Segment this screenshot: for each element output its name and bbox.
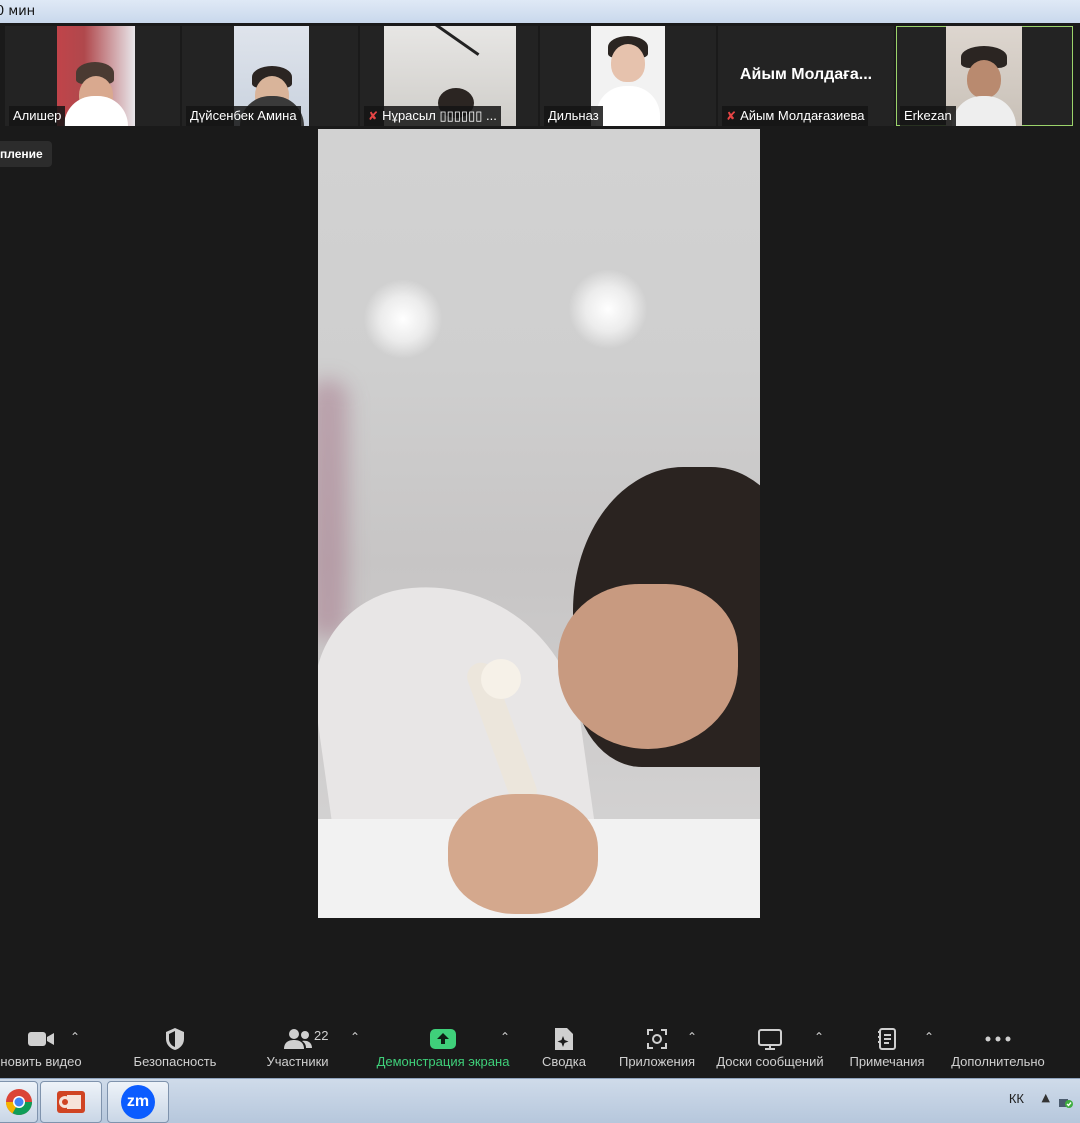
ceiling-light: [568, 269, 648, 349]
participant-video: [946, 26, 1022, 126]
participant-name: Дүйсенбек Амина: [186, 106, 301, 126]
share-caret-icon[interactable]: ⌃: [500, 1030, 510, 1044]
taskbar-chrome[interactable]: [0, 1081, 38, 1123]
network-icon[interactable]: [1058, 1093, 1074, 1109]
summary-button[interactable]: Сводка: [528, 1016, 600, 1078]
participant-strip: Алишер Дүйсенбек Амина ✘ Нұрасыл ▯▯▯▯▯▯ .…: [0, 26, 1080, 126]
video-button[interactable]: новить видео ⌃: [0, 1016, 82, 1078]
participants-caret-icon[interactable]: ⌃: [350, 1030, 360, 1044]
meeting-toolbar: новить видео ⌃ Безопасность 22 Участники…: [0, 1016, 1080, 1078]
apps-caret-icon[interactable]: ⌃: [687, 1030, 697, 1044]
chrome-icon: [5, 1089, 33, 1116]
mic-muted-icon: ✘: [368, 109, 379, 123]
video-camera-icon: [28, 1032, 54, 1046]
participant-video: [57, 26, 135, 126]
person-hand: [448, 794, 598, 914]
ceiling-light: [363, 279, 443, 359]
shield-icon: [166, 1028, 184, 1050]
participant-name: ✘ Айым Молдағазиева: [722, 106, 869, 126]
participant-display-name: Айым Молдаға...: [739, 66, 873, 83]
share-screen-button[interactable]: Демонстрация экрана ⌃: [370, 1016, 516, 1078]
participant-name: Дильназ: [544, 106, 603, 126]
participant-tile[interactable]: Алишер: [5, 26, 180, 126]
apps-icon: [647, 1029, 667, 1049]
tray-expand-icon[interactable]: ▲: [1042, 1091, 1050, 1104]
participant-tile[interactable]: ✘ Нұрасыл ▯▯▯▯▯▯ ...: [360, 26, 538, 126]
whiteboard-icon: [758, 1029, 782, 1050]
taskbar-zoom[interactable]: zm: [107, 1081, 169, 1123]
whiteboards-button[interactable]: Доски сообщений ⌃: [710, 1016, 830, 1078]
participant-name: Erkezan: [900, 106, 956, 126]
participant-name: ✘ Нұрасыл ▯▯▯▯▯▯ ...: [364, 106, 501, 126]
pen-top: [481, 659, 521, 699]
participant-tile[interactable]: Айым Молдаға... ✘ Айым Молдағазиева: [718, 26, 894, 126]
window-title-bar: 0 мин: [0, 0, 1080, 23]
person-face: [558, 584, 738, 749]
video-caret-icon[interactable]: ⌃: [70, 1030, 80, 1044]
participant-tile[interactable]: Дильназ: [540, 26, 716, 126]
meeting-timer: 0 мин: [0, 4, 36, 19]
apps-button[interactable]: Приложения ⌃: [612, 1016, 702, 1078]
whiteboards-caret-icon[interactable]: ⌃: [814, 1030, 824, 1044]
participants-icon: [283, 1029, 312, 1049]
view-toggle-button[interactable]: пление: [0, 141, 52, 167]
participant-tile-active[interactable]: Erkezan: [896, 26, 1073, 126]
security-button[interactable]: Безопасность: [125, 1016, 225, 1078]
mic-muted-icon: ✘: [726, 109, 737, 123]
participant-tile[interactable]: Дүйсенбек Амина: [182, 26, 358, 126]
more-dots-icon: [985, 1036, 1011, 1042]
windows-taskbar: zm КК ▲: [0, 1078, 1080, 1123]
more-button[interactable]: Дополнительно: [946, 1016, 1050, 1078]
zoom-icon: zm: [121, 1085, 155, 1119]
language-indicator[interactable]: КК: [1009, 1091, 1024, 1106]
share-screen-icon: [430, 1029, 456, 1049]
notes-button[interactable]: Примечания ⌃: [844, 1016, 934, 1078]
participants-button[interactable]: 22 Участники ⌃: [255, 1016, 360, 1078]
powerpoint-icon: [57, 1091, 85, 1113]
participants-count: 22: [314, 1028, 329, 1043]
summary-icon: [555, 1028, 573, 1050]
notes-icon: [878, 1028, 896, 1050]
participant-name: Алишер: [9, 106, 66, 126]
background-blur: [318, 379, 348, 639]
main-speaker-video: [318, 129, 760, 918]
taskbar-powerpoint[interactable]: [40, 1081, 102, 1123]
notes-caret-icon[interactable]: ⌃: [924, 1030, 934, 1044]
